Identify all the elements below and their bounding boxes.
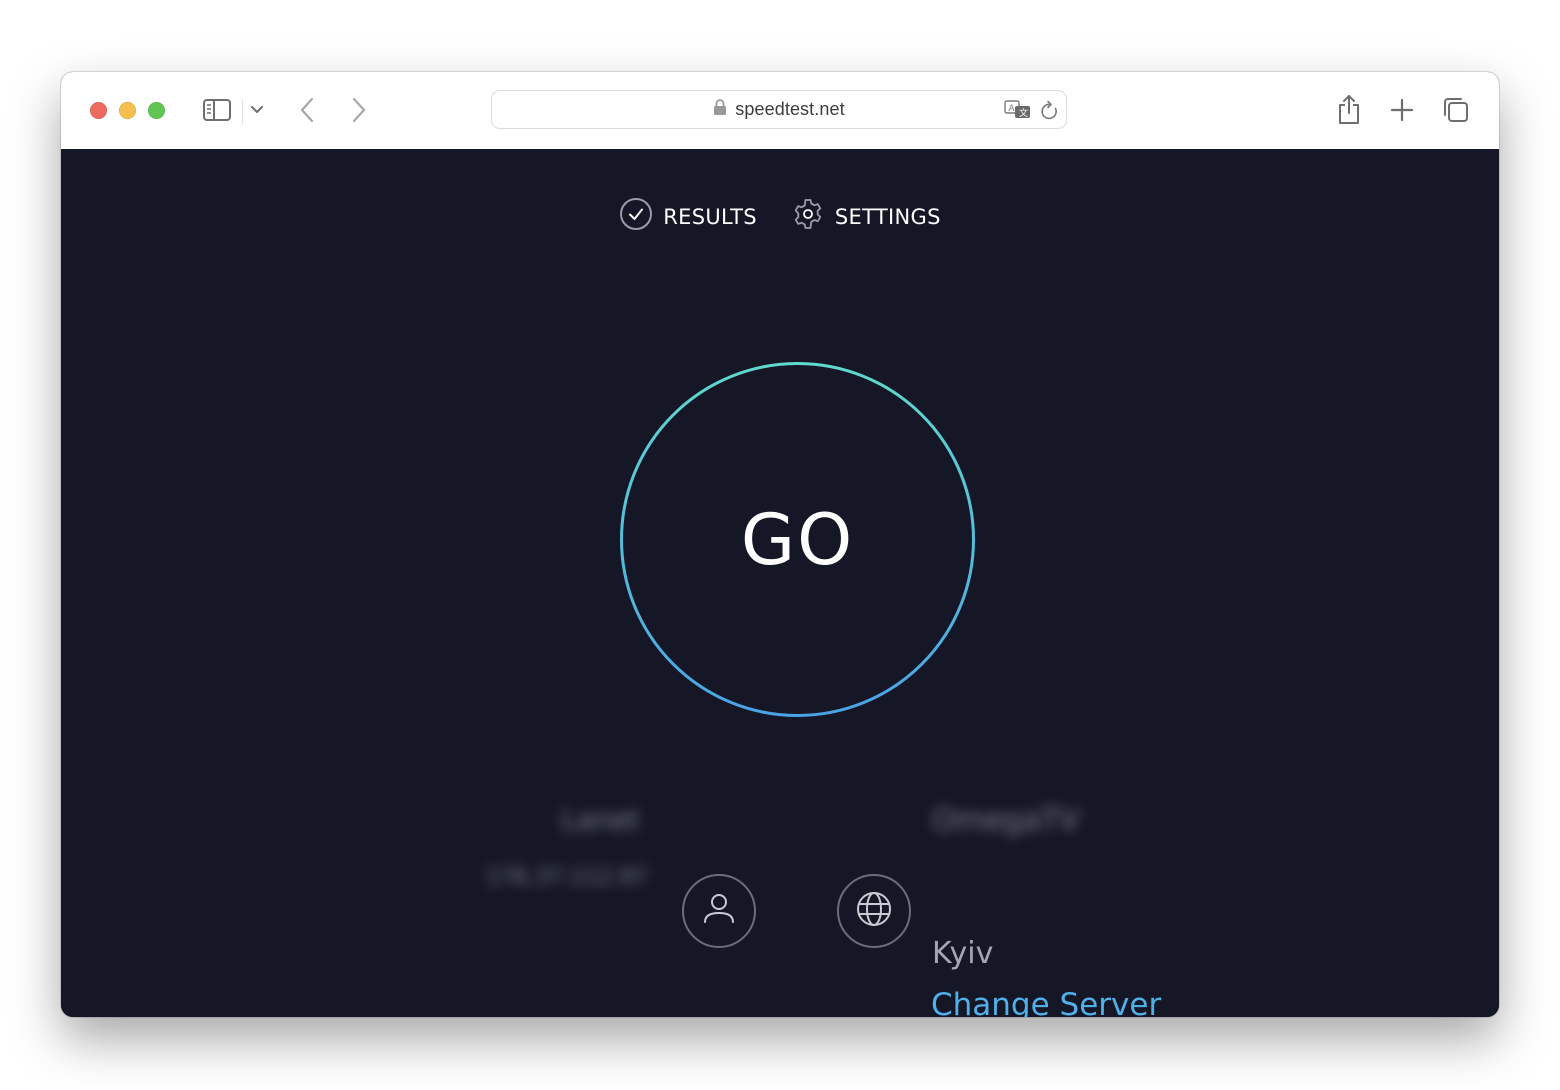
sidebar-menu-button[interactable] (249, 102, 265, 118)
isp-ip: 176.37.112.97 (486, 865, 647, 890)
new-tab-button[interactable] (1390, 98, 1414, 122)
results-label: RESULTS (663, 204, 757, 229)
url-display[interactable]: speedtest.net (492, 91, 1066, 128)
go-label: GO (740, 498, 855, 581)
results-link[interactable]: RESULTS (619, 197, 757, 236)
check-circle-icon (619, 197, 653, 236)
chevron-down-icon (250, 105, 264, 115)
address-bar[interactable]: speedtest.net A 文 (491, 90, 1067, 129)
isp-button[interactable] (682, 874, 756, 948)
minimize-window-button[interactable] (119, 102, 136, 119)
translate-icon: A 文 (1004, 99, 1034, 121)
lock-icon (713, 98, 727, 121)
forward-button[interactable] (348, 96, 370, 124)
tab-overview-button[interactable] (1442, 96, 1470, 124)
close-window-button[interactable] (90, 102, 107, 119)
url-text: speedtest.net (735, 99, 845, 119)
toolbar-divider (242, 99, 243, 125)
settings-label: SETTINGS (834, 204, 941, 229)
sidebar-toggle-button[interactable] (202, 98, 232, 122)
server-button[interactable] (837, 874, 911, 948)
back-button[interactable] (296, 96, 318, 124)
server-city: Kyiv (932, 936, 994, 971)
tabs-icon (1442, 96, 1470, 124)
top-nav: RESULTS SETTINGS (61, 197, 1499, 236)
reload-button[interactable] (1039, 100, 1061, 122)
reload-icon (1040, 100, 1060, 122)
browser-window: speedtest.net A 文 RESULTS SETTINGS GO La… (61, 72, 1499, 1017)
plus-icon (1391, 99, 1413, 121)
globe-icon (854, 889, 894, 934)
share-icon (1337, 93, 1361, 125)
svg-text:A: A (1009, 103, 1015, 113)
go-button[interactable]: GO (619, 361, 976, 718)
gear-icon (791, 197, 825, 236)
change-server-link[interactable]: Change Server (931, 987, 1161, 1017)
isp-name: Lanet (561, 803, 640, 836)
svg-text:文: 文 (1019, 107, 1028, 118)
settings-link[interactable]: SETTINGS (791, 197, 941, 236)
user-icon (699, 889, 739, 934)
share-button[interactable] (1337, 92, 1361, 126)
zoom-window-button[interactable] (148, 102, 165, 119)
sidebar-icon (202, 98, 232, 122)
chevron-right-icon (351, 97, 367, 123)
translate-button[interactable]: A 文 (1004, 98, 1034, 122)
browser-toolbar: speedtest.net A 文 (61, 72, 1499, 150)
speedtest-page: RESULTS SETTINGS GO Lanet 176.37.112.97 … (61, 149, 1499, 1017)
server-name: OmegaTV (932, 803, 1080, 838)
chevron-left-icon (299, 97, 315, 123)
